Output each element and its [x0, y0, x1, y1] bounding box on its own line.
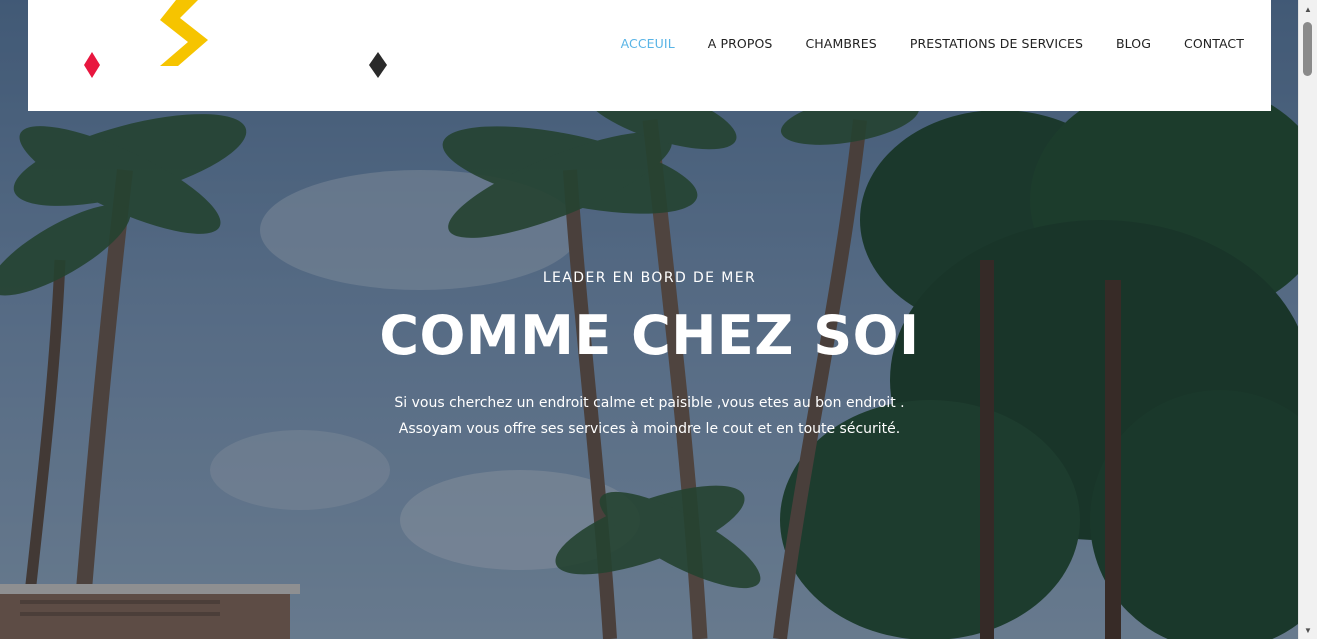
nav-item-contact[interactable]: CONTACT — [1184, 36, 1244, 51]
nav-item-chambres[interactable]: CHAMBRES — [805, 36, 876, 51]
red-diamond-icon — [84, 52, 100, 78]
nav-item-prestations[interactable]: PRESTATIONS DE SERVICES — [910, 36, 1083, 51]
scroll-thumb[interactable] — [1303, 22, 1312, 76]
scroll-up-arrow-icon[interactable]: ▲ — [1299, 0, 1317, 18]
dark-diamond-icon — [369, 52, 387, 78]
nav-item-a-propos[interactable]: A PROPOS — [708, 36, 773, 51]
nav-item-acceuil[interactable]: ACCEUIL — [621, 36, 675, 51]
page: ACCEUIL A PROPOS CHAMBRES PRESTATIONS DE… — [0, 0, 1317, 639]
nav-item-blog[interactable]: BLOG — [1116, 36, 1151, 51]
site-header: ACCEUIL A PROPOS CHAMBRES PRESTATIONS DE… — [28, 0, 1271, 111]
main-nav: ACCEUIL A PROPOS CHAMBRES PRESTATIONS DE… — [588, 36, 1244, 51]
scroll-down-arrow-icon[interactable]: ▼ — [1299, 621, 1317, 639]
hero-kicker: LEADER EN BORD DE MER — [542, 270, 757, 286]
hero-title: COMME CHEZ SOI — [379, 304, 920, 367]
logo-decoration[interactable] — [28, 0, 486, 111]
hero-description-line: Assoyam vous offre ses services à moindr… — [398, 421, 901, 437]
hero-description: Si vous cherchez un endroit calme et pai… — [0, 390, 1299, 442]
hero-description-line: Si vous cherchez un endroit calme et pai… — [394, 395, 905, 411]
yellow-zigzag-icon — [160, 0, 208, 66]
page-scrollbar[interactable]: ▲ ▼ — [1298, 0, 1317, 639]
